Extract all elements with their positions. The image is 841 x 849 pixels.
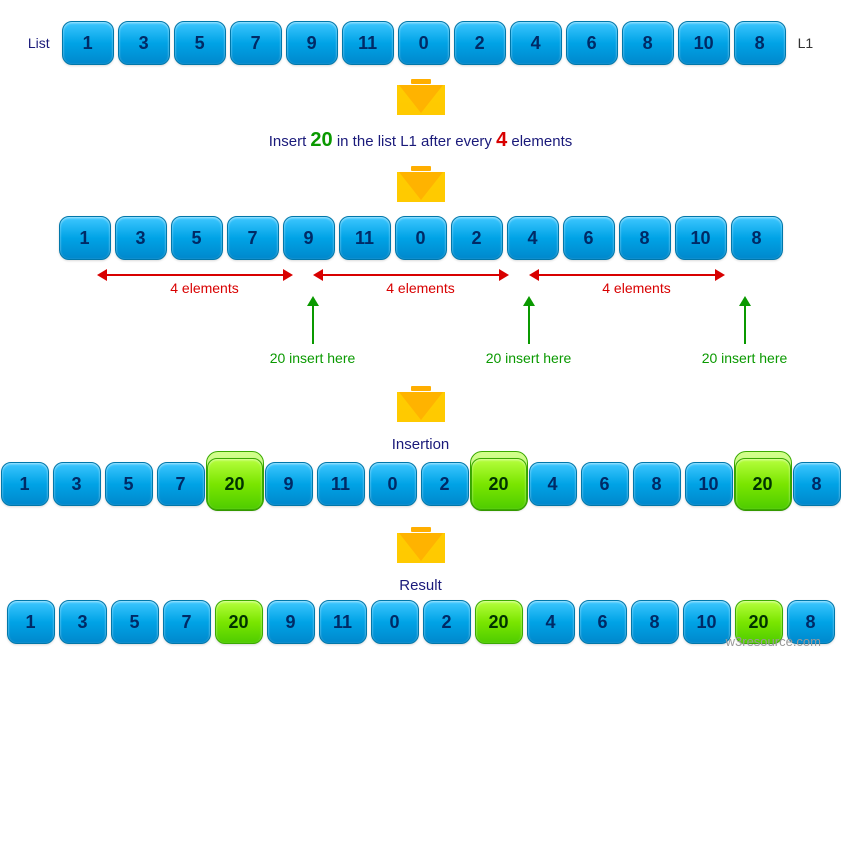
list-cell: 7 — [163, 600, 211, 644]
list1-cells: 135791102468108 — [60, 21, 788, 65]
list-row-top: List 135791102468108 L1 — [15, 21, 826, 65]
list-cell: 7 — [230, 21, 282, 65]
list-cell: 8 — [619, 216, 671, 260]
flow-arrow-2 — [15, 166, 826, 202]
green-arrow-2 — [528, 304, 530, 344]
caption-instruction: Insert 20 in the list L1 after every 4 e… — [15, 129, 826, 152]
range-arrows: 4 elements 4 elements 4 elements — [15, 266, 826, 296]
insert-label-2: 20 insert here — [486, 350, 572, 366]
list-cell: 1 — [1, 462, 49, 506]
insert-label-1: 20 insert here — [270, 350, 356, 366]
list-cell: 1 — [62, 21, 114, 65]
insertion-cells: 135720911022046810208 — [0, 455, 841, 513]
list-cell-green: 20 — [215, 600, 263, 644]
list-cell: 4 — [529, 462, 577, 506]
list-cell: 2 — [454, 21, 506, 65]
label-list: List — [28, 35, 50, 51]
list-cell: 11 — [317, 462, 365, 506]
range-arrow-1 — [105, 274, 285, 276]
list-cell: 10 — [675, 216, 727, 260]
watermark: w3resource.com — [726, 634, 821, 649]
flow-arrow-4 — [15, 527, 826, 563]
caption-4: 4 — [496, 129, 507, 151]
insertion-row: 135720911022046810208 — [15, 455, 826, 513]
caption-result: Result — [15, 577, 826, 594]
list-cell: 11 — [319, 600, 367, 644]
list-cell: 5 — [105, 462, 153, 506]
list-cell: 1 — [7, 600, 55, 644]
list-cell: 8 — [734, 21, 786, 65]
range-label-3: 4 elements — [529, 280, 745, 296]
list2-cells: 135791102468108 — [57, 216, 785, 260]
list-cell: 6 — [563, 216, 615, 260]
result-cells: 135720911022046810208 — [5, 600, 837, 644]
list-cell: 6 — [566, 21, 618, 65]
list-cell: 4 — [527, 600, 575, 644]
green-arrow-1 — [312, 304, 314, 344]
list-cell-green: 20 — [471, 458, 527, 510]
list-cell: 7 — [157, 462, 205, 506]
caption-l1: L1 — [400, 133, 417, 150]
flow-arrow-1 — [15, 79, 826, 115]
list-cell: 1 — [59, 216, 111, 260]
list-cell: 10 — [683, 600, 731, 644]
list-cell: 9 — [267, 600, 315, 644]
caption-post: elements — [507, 133, 572, 150]
caption-mid2: after every — [417, 133, 496, 150]
list-cell: 0 — [398, 21, 450, 65]
caption-mid1: in the list — [333, 133, 401, 150]
flow-arrow-3 — [15, 386, 826, 422]
result-row: 135720911022046810208 — [15, 600, 826, 644]
list-cell: 8 — [622, 21, 674, 65]
list-cell-green: 20 — [475, 600, 523, 644]
list-cell: 2 — [423, 600, 471, 644]
inserted-cell-stack: 20 — [471, 455, 527, 513]
list-cell: 3 — [115, 216, 167, 260]
list-cell: 8 — [793, 462, 841, 506]
list-cell: 4 — [507, 216, 559, 260]
list-cell-green: 20 — [735, 458, 791, 510]
range-arrow-2 — [321, 274, 501, 276]
list-cell: 3 — [118, 21, 170, 65]
list-cell: 8 — [633, 462, 681, 506]
inserted-cell-stack: 20 — [207, 455, 263, 513]
caption-insertion: Insertion — [15, 436, 826, 453]
list-cell: 9 — [265, 462, 313, 506]
list-cell: 6 — [581, 462, 629, 506]
list-cell: 4 — [510, 21, 562, 65]
list-row-2: 135791102468108 — [15, 216, 826, 260]
label-l1: L1 — [798, 35, 814, 51]
inserted-cell-stack: 20 — [735, 455, 791, 513]
list-cell: 8 — [631, 600, 679, 644]
insert-label-3: 20 insert here — [702, 350, 788, 366]
list-cell: 0 — [369, 462, 417, 506]
insert-arrows: 20 insert here 20 insert here 20 insert … — [15, 304, 826, 366]
range-arrow-3 — [537, 274, 717, 276]
list-cell: 8 — [731, 216, 783, 260]
list-cell: 3 — [59, 600, 107, 644]
list-cell: 10 — [685, 462, 733, 506]
list-cell: 0 — [395, 216, 447, 260]
list-cell: 7 — [227, 216, 279, 260]
list-cell: 11 — [339, 216, 391, 260]
list-cell: 3 — [53, 462, 101, 506]
list-cell: 5 — [174, 21, 226, 65]
list-cell: 6 — [579, 600, 627, 644]
list-cell: 10 — [678, 21, 730, 65]
list-cell-green: 20 — [207, 458, 263, 510]
list-cell: 2 — [451, 216, 503, 260]
caption-pre: Insert — [269, 133, 311, 150]
range-label-2: 4 elements — [313, 280, 529, 296]
list-cell: 2 — [421, 462, 469, 506]
list-cell: 5 — [171, 216, 223, 260]
list-cell: 9 — [283, 216, 335, 260]
caption-20: 20 — [310, 129, 332, 151]
range-label-1: 4 elements — [97, 280, 313, 296]
list-cell: 5 — [111, 600, 159, 644]
list-cell: 9 — [286, 21, 338, 65]
list-cell: 11 — [342, 21, 394, 65]
list-cell: 0 — [371, 600, 419, 644]
green-arrow-3 — [744, 304, 746, 344]
